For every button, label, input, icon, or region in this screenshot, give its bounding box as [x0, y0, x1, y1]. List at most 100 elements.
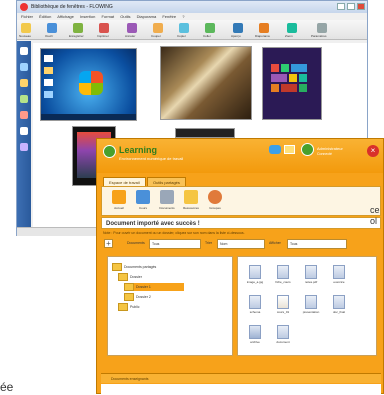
file-icon [277, 265, 289, 279]
file-label: notes.pdf [304, 280, 318, 284]
menu-item[interactable]: Outils [120, 14, 130, 19]
tab-shared-tools[interactable]: Outils partagés [147, 177, 186, 186]
file-item[interactable]: presentation [300, 295, 322, 314]
tile [289, 74, 297, 82]
settings-icon[interactable] [317, 23, 327, 33]
sidebar-tool-icon[interactable] [20, 47, 28, 55]
open-icon[interactable] [47, 23, 57, 33]
tree-item-label: Dossier 1 [136, 285, 151, 289]
file-icon [333, 265, 345, 279]
sort-select[interactable]: Nom [217, 239, 265, 249]
file-icon [277, 325, 289, 339]
sidebar-tool-icon[interactable] [20, 63, 28, 71]
file-item[interactable]: cours_01 [272, 295, 294, 314]
tree-item-selected[interactable]: Dossier 1 [124, 283, 184, 292]
bottom-section-header[interactable]: Documents enseignants [101, 373, 381, 383]
undo-icon[interactable] [127, 23, 137, 33]
toolbar-label: Copier [177, 34, 186, 38]
toolbar-label: Enregistrer [69, 34, 84, 38]
file-item[interactable]: notes.pdf [300, 265, 322, 284]
nav-item-home[interactable]: Accueil [108, 190, 130, 210]
file-label: presentation [302, 310, 320, 314]
tile [271, 64, 279, 72]
cut-icon[interactable] [153, 23, 163, 33]
file-label: cours_01 [276, 310, 290, 314]
sidebar-tool-icon[interactable] [20, 95, 28, 103]
nav-item-documents[interactable]: Documents [156, 190, 178, 210]
tile [299, 74, 307, 82]
file-item[interactable]: fiche_cours [272, 265, 294, 284]
print-icon[interactable] [99, 23, 109, 33]
user-group-icon [208, 190, 222, 204]
slideshow-icon[interactable] [259, 23, 269, 33]
menu-item[interactable]: Insertion [80, 14, 95, 19]
toolbar-label: Nouveau [19, 34, 32, 38]
menu-item[interactable]: Diaporama [137, 14, 157, 19]
menu-item[interactable]: Affichage [57, 14, 74, 19]
file-item[interactable]: schema [244, 295, 266, 314]
file-label: doc_final [332, 310, 345, 314]
new-icon[interactable] [21, 23, 31, 33]
nav-label: Cours [138, 206, 147, 210]
filter-label: Afficher [269, 241, 281, 245]
filter-label: Trier [205, 241, 213, 245]
preview-icon[interactable] [233, 23, 243, 33]
add-button[interactable]: + [104, 239, 113, 248]
sidebar-tool-icon[interactable] [20, 127, 28, 135]
tree-item[interactable]: Documents partagés [112, 263, 156, 272]
nav-item-groups[interactable]: Groupes [204, 190, 226, 210]
tile [281, 64, 289, 72]
maximize-icon[interactable] [347, 3, 355, 10]
paste-icon[interactable] [205, 23, 215, 33]
tree-item-label: Dossier [130, 275, 142, 279]
file-label: schema [249, 310, 261, 314]
tree-item[interactable]: Public [118, 303, 140, 312]
cut-off-text: ce [370, 205, 380, 215]
tree-item[interactable]: Dossier [118, 273, 142, 282]
photo-thumbnail[interactable] [160, 46, 252, 120]
display-select[interactable]: Tous [287, 239, 347, 249]
minimize-icon[interactable] [337, 3, 345, 10]
dark-thumbnail[interactable] [175, 128, 235, 138]
tab-workspace[interactable]: Espace de travail [103, 177, 146, 186]
desktop-icon [44, 67, 53, 74]
file-item[interactable]: archive [244, 325, 266, 344]
windows8-start-thumbnail[interactable] [262, 47, 322, 120]
menu-item[interactable]: Format [101, 14, 114, 19]
taskbar [41, 114, 136, 120]
toolbar-label: Annuler [125, 34, 136, 38]
zoom-icon[interactable] [287, 23, 297, 33]
sidebar-tool-icon[interactable] [20, 143, 28, 151]
close-icon[interactable] [357, 3, 365, 10]
save-icon[interactable] [73, 23, 83, 33]
menu-item[interactable]: Édition [39, 14, 51, 19]
menu-item[interactable]: Fichier [21, 14, 33, 19]
learning-logo-icon [103, 145, 116, 158]
user-avatar[interactable] [301, 143, 314, 156]
desktop-icon [44, 79, 53, 86]
tree-item[interactable]: Dossier 2 [124, 293, 151, 302]
copy-icon[interactable] [179, 23, 189, 33]
sidebar-tool-icon[interactable] [20, 79, 28, 87]
resources-icon [184, 190, 198, 204]
close-icon[interactable]: × [367, 145, 379, 157]
file-item[interactable]: image_a.jpg [244, 265, 266, 284]
tile [299, 84, 307, 92]
menu-item[interactable]: Fenêtre [162, 14, 176, 19]
windows7-desktop-thumbnail[interactable] [40, 48, 137, 121]
file-icon [333, 295, 345, 309]
file-item[interactable]: doc_final [328, 295, 350, 314]
file-item[interactable]: document [272, 325, 294, 344]
chat-bubble-icon[interactable] [269, 145, 281, 154]
documents-select[interactable]: Tous [149, 239, 201, 249]
learning-app-window: Learning Environnement numérique de trav… [96, 138, 384, 395]
mail-icon[interactable] [284, 145, 295, 154]
file-item[interactable]: exercice [328, 265, 350, 284]
nav-item-resources[interactable]: Ressources [180, 190, 202, 210]
menu-item[interactable]: ? [182, 14, 184, 19]
nav-label: Documents [159, 206, 175, 210]
tree-item-label: Public [130, 305, 140, 309]
sidebar-tool-icon[interactable] [20, 111, 28, 119]
nav-item-courses[interactable]: Cours [132, 190, 154, 210]
file-icon [305, 295, 317, 309]
